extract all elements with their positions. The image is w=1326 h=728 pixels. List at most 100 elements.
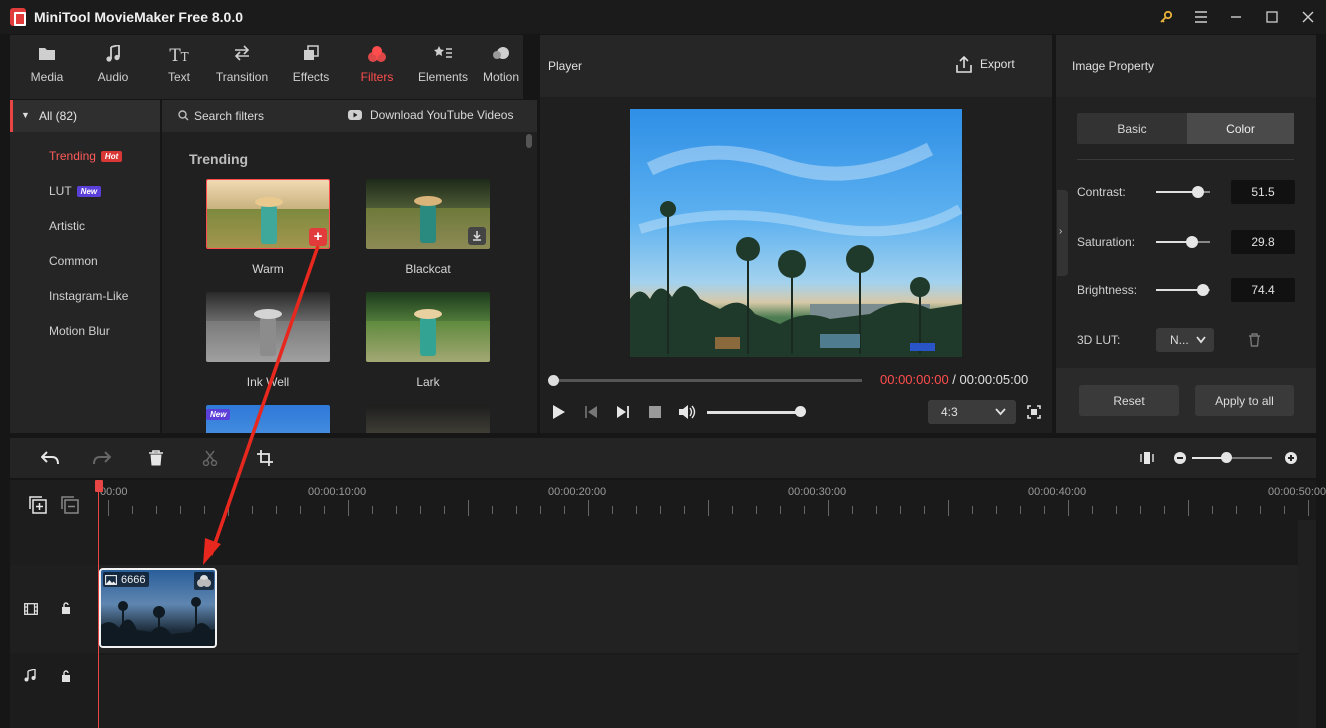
crop-icon[interactable]	[253, 447, 277, 469]
filter-category-sidebar: ▼ All (82) Trending Hot LUT New Artistic C…	[10, 100, 160, 433]
audio-track[interactable]	[10, 655, 1316, 728]
add-track-icon[interactable]	[29, 496, 47, 517]
contrast-label: Contrast:	[1077, 185, 1126, 199]
ruler-tick	[564, 506, 565, 514]
zoom-out-icon[interactable]	[1174, 452, 1186, 464]
timeline-scrollbar[interactable]	[1298, 520, 1316, 728]
filter-lark-thumbnail[interactable]	[366, 292, 490, 362]
category-motion-blur[interactable]: Motion Blur	[49, 324, 110, 338]
download-youtube-videos-link[interactable]: Download YouTube Videos	[370, 108, 513, 122]
zoom-slider-knob[interactable]	[1221, 452, 1232, 463]
contrast-slider-knob[interactable]	[1192, 186, 1204, 198]
tab-transition[interactable]: Transition	[209, 45, 275, 93]
time-display: 00:00:00:00 / 00:00:05:00	[880, 372, 1028, 387]
filter-ink-well-thumbnail[interactable]	[206, 292, 330, 362]
trash-icon[interactable]	[1248, 333, 1261, 350]
search-filters-input[interactable]: Search filters	[194, 109, 264, 123]
timeline-ruler[interactable]: 00:00 00:00:10:00 00:00:20:00 00:00:30:0…	[98, 480, 1326, 520]
lock-icon[interactable]	[61, 602, 71, 617]
tab-motion[interactable]: Motion	[476, 45, 526, 93]
tab-media-label: Media	[30, 70, 64, 84]
saturation-label: Saturation:	[1077, 235, 1136, 249]
saturation-value-input[interactable]: 29.8	[1231, 230, 1295, 254]
tab-filters[interactable]: Filters	[344, 45, 410, 93]
split-icon[interactable]	[198, 447, 222, 469]
minimize-icon[interactable]	[1222, 5, 1250, 29]
category-all-label: All (82)	[39, 109, 78, 123]
fullscreen-icon[interactable]	[1027, 405, 1041, 422]
menu-icon[interactable]	[1187, 5, 1215, 29]
lut-value: N...	[1170, 333, 1189, 347]
aspect-ratio-select[interactable]: 4:3	[928, 400, 1016, 424]
brightness-value-input[interactable]: 74.4	[1231, 278, 1295, 302]
add-filter-icon[interactable]: +	[309, 228, 327, 246]
tab-audio[interactable]: Audio	[80, 43, 146, 93]
section-title: Trending	[189, 151, 249, 167]
tab-color[interactable]: Color	[1187, 113, 1294, 144]
ruler-tick	[252, 506, 253, 514]
category-trending[interactable]: Trending Hot	[49, 149, 123, 163]
panel-collapse-handle[interactable]: ›	[1057, 190, 1068, 276]
filter-blackcat-thumbnail[interactable]	[366, 179, 490, 249]
stop-icon[interactable]	[649, 406, 661, 418]
filter-warm-thumbnail[interactable]: +	[206, 179, 330, 249]
aspect-ratio-value: 4:3	[941, 405, 958, 419]
reset-button[interactable]: Reset	[1079, 385, 1179, 416]
redo-icon[interactable]	[90, 447, 114, 469]
remove-track-icon[interactable]	[61, 496, 79, 517]
close-icon[interactable]	[1294, 5, 1322, 29]
tab-basic[interactable]: Basic	[1077, 113, 1187, 144]
volume-slider-knob[interactable]	[795, 406, 806, 417]
saturation-slider-knob[interactable]	[1186, 236, 1198, 248]
saturation-slider[interactable]	[1156, 241, 1210, 243]
playback-progress-track[interactable]	[552, 379, 862, 382]
playhead[interactable]	[98, 480, 99, 728]
ruler-tick	[900, 506, 901, 514]
category-common[interactable]: Common	[49, 254, 98, 268]
category-instagram-like[interactable]: Instagram-Like	[49, 289, 128, 303]
tab-effects[interactable]: Effects	[278, 45, 344, 93]
delete-icon[interactable]	[144, 447, 168, 469]
filter-thumbnail-partial[interactable]	[366, 405, 490, 433]
key-icon[interactable]	[1152, 5, 1180, 29]
undo-icon[interactable]	[38, 447, 62, 469]
previous-frame-icon[interactable]	[584, 405, 598, 422]
timeline-area: 00:00 00:00:10:00 00:00:20:00 00:00:30:0…	[10, 480, 1326, 728]
brightness-label: Brightness:	[1077, 283, 1138, 297]
category-all[interactable]: ▼ All (82)	[10, 100, 160, 132]
tab-media[interactable]: Media	[14, 45, 80, 93]
contrast-value-input[interactable]: 51.5	[1231, 180, 1295, 204]
ruler-tick	[948, 500, 949, 516]
snap-icon[interactable]	[1135, 447, 1159, 469]
zoom-slider-track[interactable]	[1192, 457, 1272, 459]
video-clip[interactable]: 6666	[99, 568, 217, 648]
download-filter-icon[interactable]	[468, 227, 486, 245]
title-bar: MiniTool MovieMaker Free 8.0.0	[0, 0, 1326, 34]
playhead-handle[interactable]	[95, 480, 103, 492]
video-track[interactable]: 6666	[10, 565, 1316, 653]
apply-to-all-button[interactable]: Apply to all	[1195, 385, 1294, 416]
zoom-in-icon[interactable]	[1285, 452, 1297, 464]
play-icon[interactable]	[552, 404, 566, 423]
ruler-tick	[756, 506, 757, 514]
category-lut[interactable]: LUT New	[49, 184, 102, 198]
volume-icon[interactable]	[678, 404, 696, 423]
tab-text[interactable]: TT Text	[146, 45, 212, 93]
clip-label: 6666	[103, 572, 150, 587]
tab-elements[interactable]: Elements	[410, 45, 476, 93]
export-button[interactable]: Export	[956, 55, 1015, 73]
lut-select[interactable]: N...	[1156, 328, 1214, 352]
lock-icon[interactable]	[61, 670, 71, 685]
video-preview[interactable]	[630, 109, 962, 357]
brightness-slider-knob[interactable]	[1197, 284, 1209, 296]
ruler-tick	[636, 506, 637, 514]
filter-warm-label: Warm	[252, 262, 284, 276]
next-frame-icon[interactable]	[616, 405, 630, 422]
volume-slider-track[interactable]	[707, 411, 800, 414]
filter-scrollbar[interactable]	[526, 134, 532, 148]
maximize-icon[interactable]	[1258, 5, 1286, 29]
category-artistic[interactable]: Artistic	[49, 219, 85, 233]
music-note-icon	[105, 43, 121, 67]
filter-thumbnail-partial[interactable]: New	[206, 405, 330, 433]
playback-progress-knob[interactable]	[548, 375, 559, 386]
